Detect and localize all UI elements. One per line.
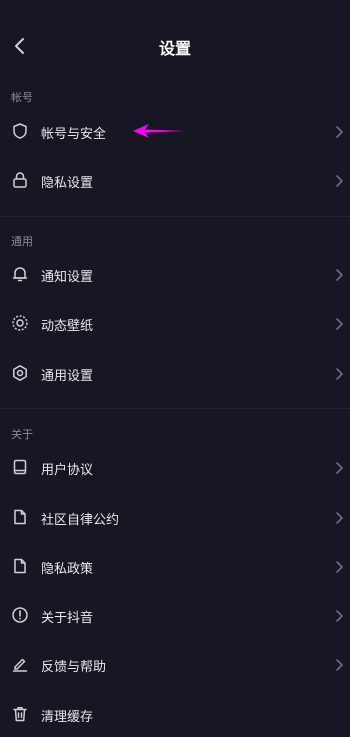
trash-icon — [13, 707, 27, 722]
chevron-right-icon — [336, 610, 343, 622]
annotation-arrow — [133, 124, 185, 138]
bell-icon — [12, 267, 28, 282]
settings-row-label: 用户协议 — [41, 463, 94, 478]
wallpaper-icon — [12, 315, 28, 331]
chevron-right-icon — [336, 269, 343, 281]
settings-row-community-guidelines[interactable]: 社区自律公约 — [0, 496, 350, 540]
settings-row-label: 帐号与安全 — [41, 127, 107, 142]
section-label-about: 关于 — [11, 428, 33, 441]
chevron-right-icon — [336, 126, 343, 138]
settings-row-privacy-settings[interactable]: 隐私设置 — [0, 159, 350, 203]
header: 设置 — [0, 0, 350, 92]
settings-row-label: 动态壁纸 — [41, 319, 94, 334]
book-icon — [13, 459, 27, 475]
chevron-right-icon — [336, 368, 343, 380]
settings-row-about-douyin[interactable]: 关于抖音 — [0, 594, 350, 638]
chevron-right-icon — [336, 659, 343, 671]
settings-row-general-settings[interactable]: 通用设置 — [0, 352, 350, 396]
chevron-right-icon — [336, 175, 343, 187]
settings-row-label: 社区自律公约 — [41, 513, 120, 528]
settings-row-label: 隐私政策 — [41, 562, 94, 577]
gear-icon — [13, 365, 27, 381]
section-label-general: 通用 — [11, 235, 33, 248]
settings-row-label: 通用设置 — [41, 369, 94, 384]
lock-icon — [13, 172, 27, 188]
chevron-right-icon — [336, 561, 343, 573]
section-divider — [0, 216, 350, 217]
section-label-account: 帐号 — [11, 91, 33, 104]
settings-row-clear-cache[interactable]: 清理缓存 — [0, 693, 350, 737]
settings-row-label: 关于抖音 — [41, 611, 94, 626]
settings-row-label: 清理缓存 — [41, 710, 94, 725]
document-icon — [14, 558, 26, 574]
chevron-right-icon — [336, 462, 343, 474]
settings-row-privacy-policy[interactable]: 隐私政策 — [0, 545, 350, 589]
shield-icon — [13, 123, 27, 139]
settings-row-label: 通知设置 — [41, 270, 94, 285]
pen-icon — [12, 658, 28, 672]
settings-row-live-wallpaper[interactable]: 动态壁纸 — [0, 302, 350, 346]
section-divider — [0, 408, 350, 409]
settings-row-label: 隐私设置 — [41, 176, 94, 191]
page-title: 设置 — [158, 39, 191, 58]
settings-row-label: 反馈与帮助 — [41, 660, 107, 675]
settings-row-user-agreement[interactable]: 用户协议 — [0, 446, 350, 490]
document-icon — [14, 509, 26, 525]
info-icon — [12, 607, 28, 623]
chevron-right-icon — [336, 318, 343, 330]
settings-row-notification-settings[interactable]: 通知设置 — [0, 253, 350, 297]
chevron-right-icon — [336, 512, 343, 524]
settings-row-feedback-help[interactable]: 反馈与帮助 — [0, 643, 350, 687]
